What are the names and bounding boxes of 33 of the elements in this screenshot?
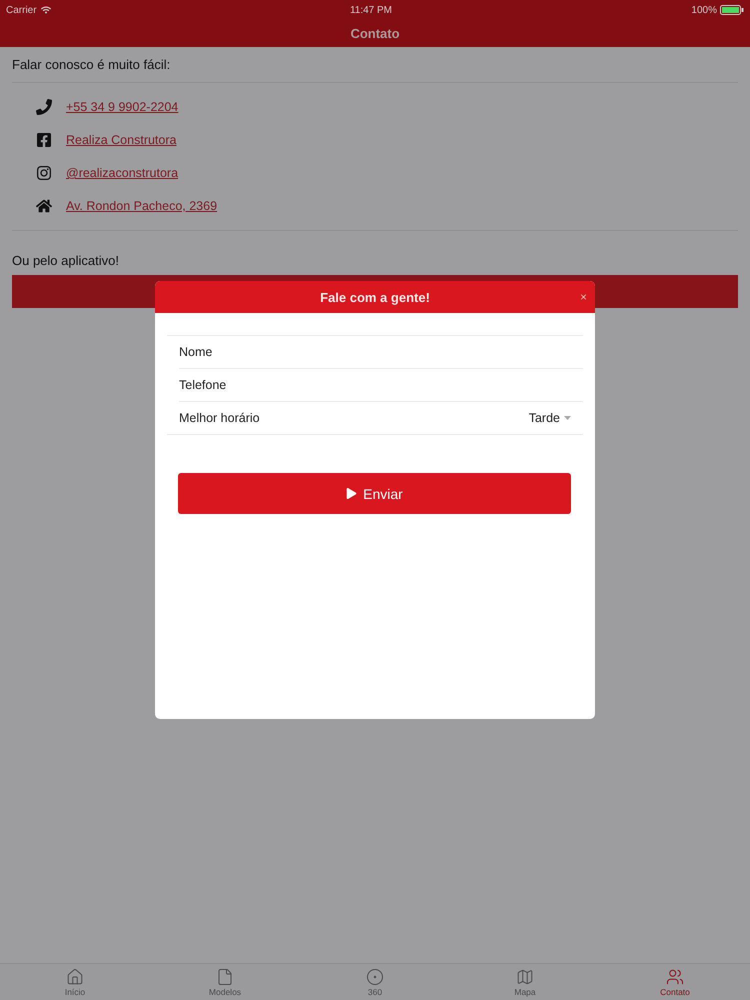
- contact-link[interactable]: Realiza Construtora: [66, 133, 176, 147]
- section-heading: Falar conosco é muito fácil:: [12, 57, 172, 72]
- time-select[interactable]: Tarde: [528, 411, 583, 425]
- nav-title: Contato: [350, 26, 400, 41]
- tab[interactable]: Contato: [600, 964, 750, 1000]
- send-button[interactable]: Enviar: [178, 473, 571, 514]
- document-icon: [216, 968, 234, 986]
- clock: 11:47 PM: [350, 4, 392, 16]
- target-icon: [366, 968, 384, 986]
- people-icon: [666, 968, 684, 986]
- tab[interactable]: 360: [300, 964, 450, 1000]
- contact-link[interactable]: +55 34 9 9902-2204: [66, 100, 178, 114]
- carrier-label: Carrier: [6, 4, 37, 16]
- map-icon: [516, 968, 534, 986]
- battery-icon: [720, 5, 744, 15]
- tab[interactable]: Início: [0, 964, 150, 1000]
- play-icon: [346, 488, 358, 499]
- phone-icon: [36, 99, 52, 115]
- battery-percent: 100%: [691, 4, 717, 16]
- dialog-title: Fale com a gente!: [320, 290, 430, 304]
- contact-link[interactable]: Av. Rondon Pacheco, 2369: [66, 199, 218, 213]
- house-icon: [66, 968, 84, 986]
- facebook-icon: [36, 132, 52, 148]
- house-icon: [36, 198, 52, 214]
- tab[interactable]: Mapa: [450, 964, 600, 1000]
- field-label: Melhor horário: [179, 411, 261, 425]
- caret-icon: [564, 416, 571, 420]
- wifi-icon: [40, 5, 51, 15]
- close-button[interactable]: ×: [578, 290, 589, 304]
- instagram-icon: [36, 165, 52, 181]
- tab[interactable]: Modelos: [150, 964, 300, 1000]
- section-heading: Ou pelo aplicativo!: [12, 253, 120, 268]
- contact-link[interactable]: @realizaconstrutora: [66, 166, 178, 180]
